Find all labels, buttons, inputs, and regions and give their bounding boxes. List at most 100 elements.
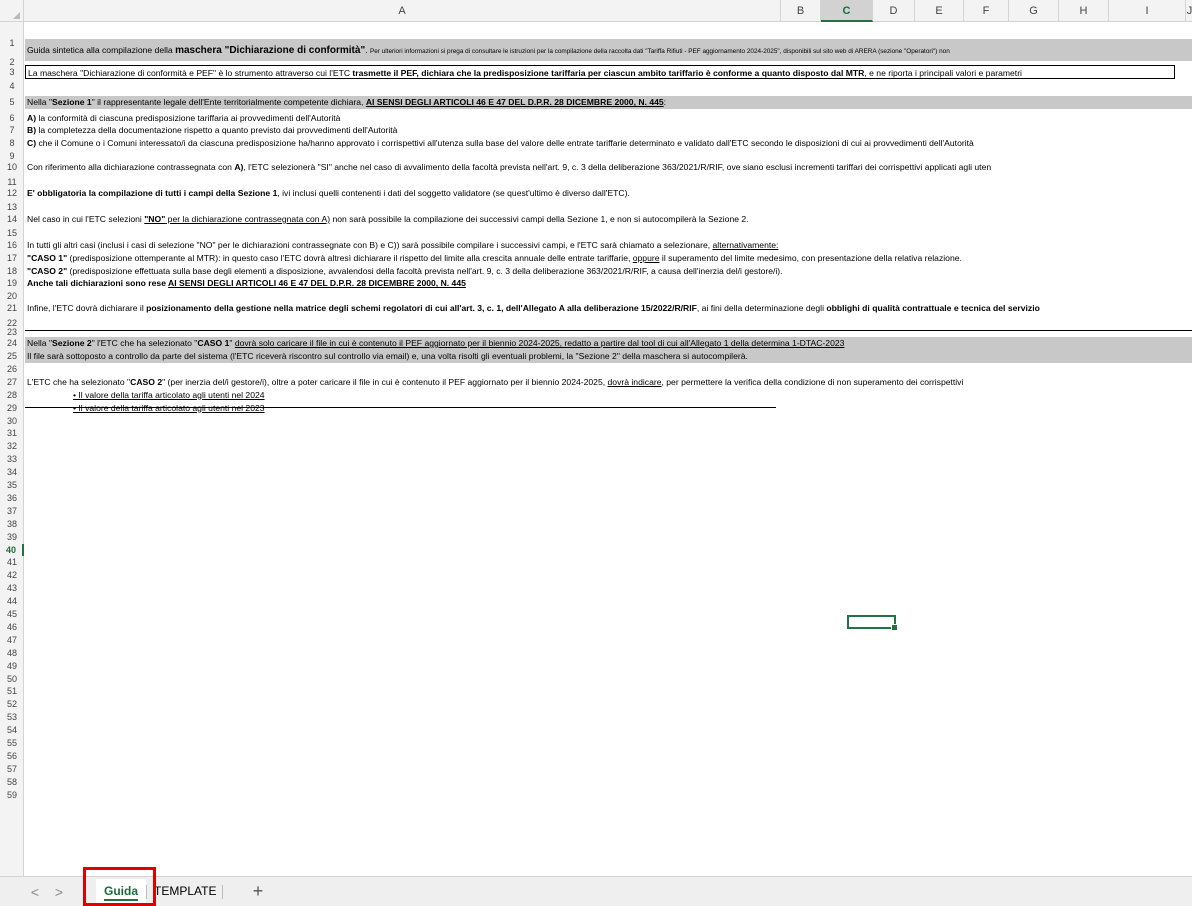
row-header-14[interactable]: 14: [0, 213, 24, 225]
column-header-h[interactable]: H: [1059, 0, 1109, 22]
row-header-7[interactable]: 7: [0, 124, 24, 136]
cell-a25[interactable]: Il file sarà sottoposto a controllo da p…: [25, 350, 1192, 363]
cell-text-run: non sarà possibile la compilazione dei s…: [330, 214, 749, 224]
row-header-31[interactable]: 31: [0, 427, 24, 439]
row-header-35[interactable]: 35: [0, 479, 24, 491]
worksheet-grid[interactable]: Guida sintetica alla compilazione della …: [25, 23, 1192, 876]
row-header-30[interactable]: 30: [0, 415, 24, 427]
add-sheet-icon[interactable]: +: [247, 880, 269, 902]
row-header-1[interactable]: 1: [0, 37, 24, 49]
row-header-40[interactable]: 40: [0, 543, 24, 556]
row-header-27[interactable]: 27: [0, 376, 24, 388]
cell-a8[interactable]: C) che il Comune o i Comuni interessato/…: [25, 137, 1192, 150]
active-cell-selection[interactable]: [847, 615, 898, 631]
cell-a1[interactable]: Guida sintetica alla compilazione della …: [25, 39, 1192, 61]
row-header-bar: 1 2 3 4 5 6 7 8 9 10 11 12 13 14 15 16 17 18 19 20 21 22 23 24 2…: [0, 22, 24, 876]
column-header-a[interactable]: A: [24, 0, 781, 22]
row-header-51[interactable]: 51: [0, 685, 24, 697]
row-header-47[interactable]: 47: [0, 634, 24, 646]
row-header-20[interactable]: 20: [0, 290, 24, 302]
cell-a5[interactable]: Nella "Sezione 1" il rappresentante lega…: [25, 96, 1192, 109]
cell-a27[interactable]: L'ETC che ha selezionato "CASO 2" (per i…: [25, 376, 1192, 389]
row-header-25[interactable]: 25: [0, 350, 24, 362]
row-header-21[interactable]: 21: [0, 302, 24, 314]
cell-a19[interactable]: Anche tali dichiarazioni sono rese AI SE…: [25, 277, 1192, 290]
row-header-12[interactable]: 12: [0, 187, 24, 199]
row-header-6[interactable]: 6: [0, 112, 24, 124]
cell-text-run: (predisposizione ottemperante al MTR): i…: [67, 253, 633, 263]
prev-sheet-icon[interactable]: <: [26, 883, 44, 901]
row-header-29[interactable]: 29: [0, 402, 24, 414]
cell-a29[interactable]: • Il valore della tariffa articolato agl…: [25, 402, 1192, 415]
row-header-56[interactable]: 56: [0, 750, 24, 762]
row-header-43[interactable]: 43: [0, 582, 24, 594]
cell-a16[interactable]: In tutti gli altri casi (inclusi i casi …: [25, 239, 1192, 252]
tab-template[interactable]: TEMPLATE: [146, 879, 224, 905]
cell-a17[interactable]: "CASO 1" (predisposizione ottemperante a…: [25, 252, 1192, 265]
row-header-48[interactable]: 48: [0, 647, 24, 659]
row-header-19[interactable]: 19: [0, 277, 24, 289]
row-header-49[interactable]: 49: [0, 660, 24, 672]
row-header-41[interactable]: 41: [0, 556, 24, 568]
tab-guida[interactable]: Guida: [96, 879, 147, 905]
row-header-10[interactable]: 10: [0, 161, 24, 173]
cell-text-run: Sezione 1: [52, 97, 92, 107]
cell-a7[interactable]: B) la completezza della documentazione r…: [25, 124, 1192, 137]
row-header-39[interactable]: 39: [0, 531, 24, 543]
row-header-16[interactable]: 16: [0, 239, 24, 251]
row-header-54[interactable]: 54: [0, 724, 24, 736]
row-header-28[interactable]: 28: [0, 389, 24, 401]
row-header-59[interactable]: 59: [0, 789, 24, 801]
row-header-32[interactable]: 32: [0, 440, 24, 452]
row-header-17[interactable]: 17: [0, 252, 24, 264]
cell-text-run: Anche tali dichiarazioni sono rese: [27, 278, 169, 288]
row-header-57[interactable]: 57: [0, 763, 24, 775]
row-header-44[interactable]: 44: [0, 595, 24, 607]
row-header-26[interactable]: 26: [0, 363, 24, 375]
column-header-d[interactable]: D: [873, 0, 915, 22]
row-header-42[interactable]: 42: [0, 569, 24, 581]
cell-text-run: oppure: [632, 253, 660, 263]
row-header-33[interactable]: 33: [0, 453, 24, 465]
row-header-55[interactable]: 55: [0, 737, 24, 749]
column-header-f[interactable]: F: [964, 0, 1009, 22]
row-header-50[interactable]: 50: [0, 673, 24, 685]
row-header-18[interactable]: 18: [0, 265, 24, 277]
row-header-46[interactable]: 46: [0, 621, 24, 633]
row-header-53[interactable]: 53: [0, 711, 24, 723]
cell-text-run: L'ETC che ha selezionato ": [27, 376, 131, 387]
row-header-38[interactable]: 38: [0, 518, 24, 530]
row-header-8[interactable]: 8: [0, 137, 24, 149]
row-header-52[interactable]: 52: [0, 698, 24, 710]
row-header-3[interactable]: 3: [0, 66, 24, 78]
row-header-24[interactable]: 24: [0, 337, 24, 349]
column-header-i[interactable]: I: [1109, 0, 1186, 22]
cell-a10[interactable]: Con riferimento alla dichiarazione contr…: [25, 161, 1192, 174]
cell-a28[interactable]: • Il valore della tariffa articolato agl…: [25, 389, 1192, 402]
cell-text-run: • Il valore della tariffa articolato agl…: [73, 389, 265, 400]
row-header-15[interactable]: 15: [0, 227, 24, 239]
row-header-45[interactable]: 45: [0, 608, 24, 620]
select-all-corner[interactable]: [0, 0, 24, 22]
cell-a3[interactable]: La maschera "Dichiarazione di conformità…: [25, 65, 1175, 79]
cell-a12[interactable]: E' obbligatoria la compilazione di tutti…: [25, 187, 1192, 200]
row-header-5[interactable]: 5: [0, 96, 24, 108]
cell-text-run: Il file sarà sottoposto a controllo da p…: [27, 351, 748, 361]
row-header-13[interactable]: 13: [0, 201, 24, 213]
column-header-c[interactable]: C: [821, 0, 873, 22]
cell-text-run: (predisposizione effettuata sulla base d…: [67, 266, 783, 276]
row-header-4[interactable]: 4: [0, 80, 24, 92]
cell-a14[interactable]: Nel caso in cui l'ETC selezioni "NO" per…: [25, 213, 1192, 226]
cell-text-run: Nella ": [27, 338, 53, 348]
row-header-36[interactable]: 36: [0, 492, 24, 504]
row-header-58[interactable]: 58: [0, 776, 24, 788]
column-header-e[interactable]: E: [915, 0, 964, 22]
row-header-34[interactable]: 34: [0, 466, 24, 478]
next-sheet-icon[interactable]: >: [50, 883, 68, 901]
column-header-g[interactable]: G: [1009, 0, 1059, 22]
column-header-b[interactable]: B: [781, 0, 821, 22]
row-header-37[interactable]: 37: [0, 505, 24, 517]
cell-a21[interactable]: Infine, l'ETC dovrà dichiarare il posizi…: [25, 302, 1192, 315]
cell-a24[interactable]: Nella "Sezione 2" l'ETC che ha seleziona…: [25, 337, 1192, 350]
column-header-j[interactable]: J: [1186, 0, 1192, 22]
